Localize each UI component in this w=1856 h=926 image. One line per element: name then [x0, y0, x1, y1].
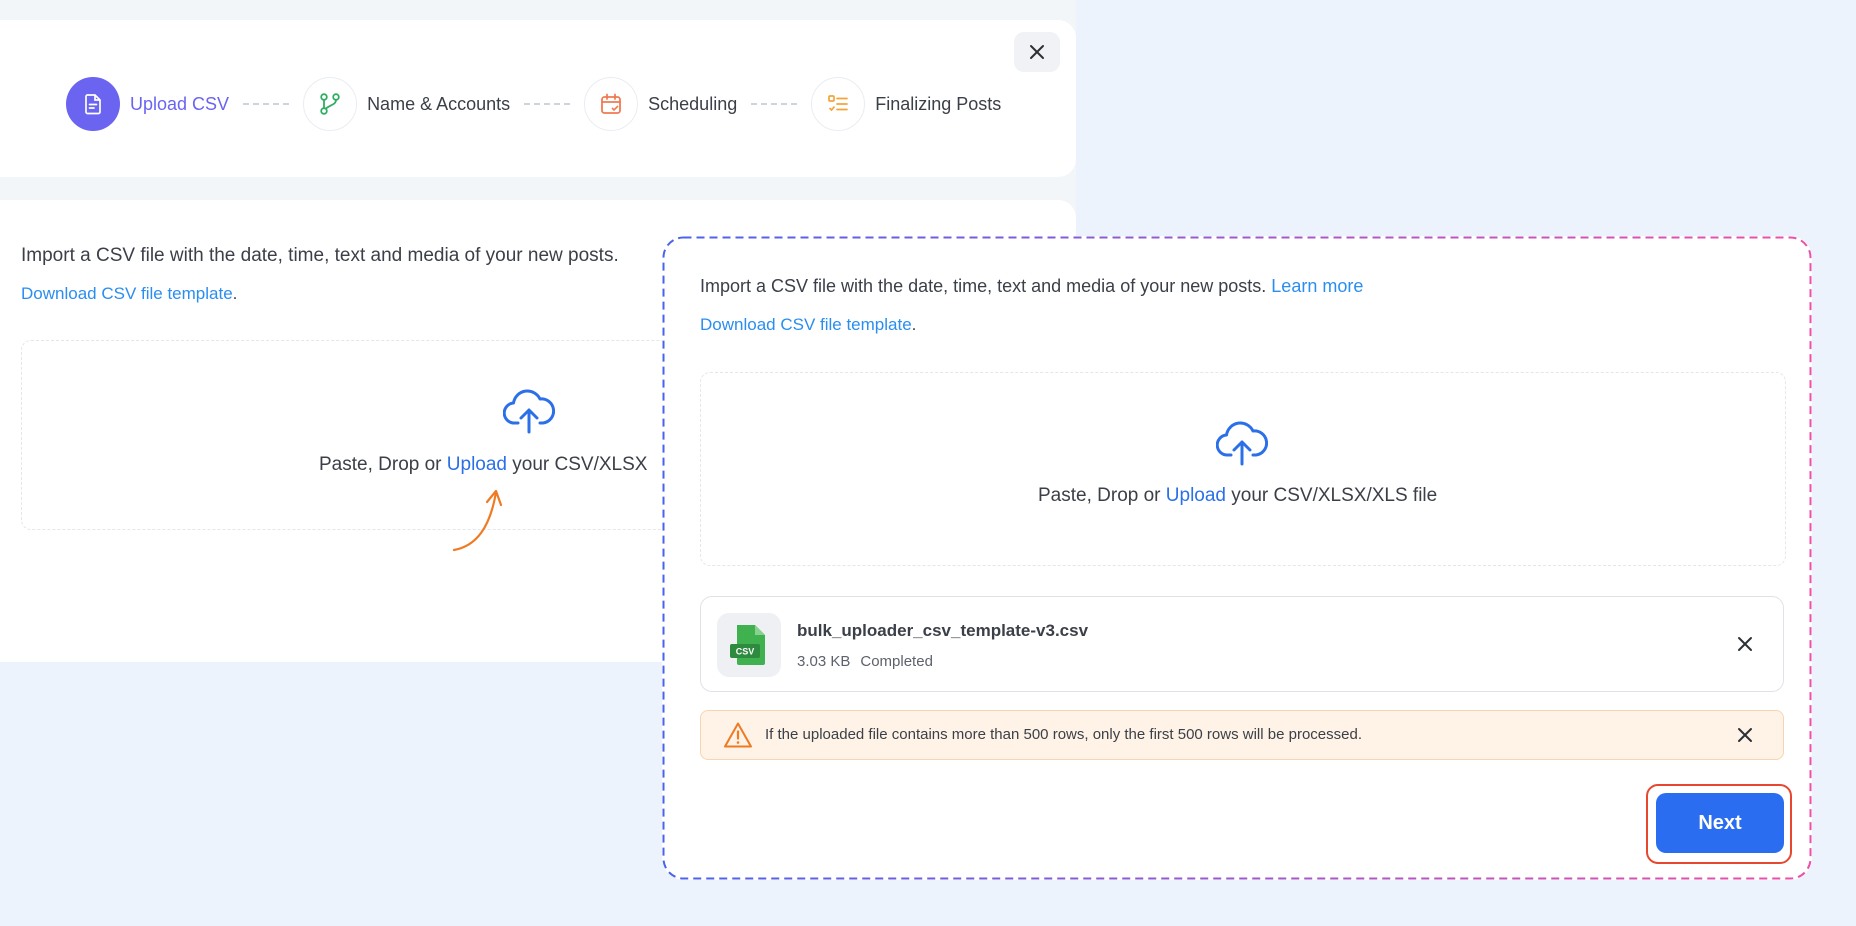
document-icon — [85, 94, 101, 115]
step-circle — [303, 77, 358, 131]
cloud-upload-icon — [503, 389, 555, 434]
branch-icon — [320, 93, 340, 115]
step-upload-csv[interactable]: Upload CSV — [66, 77, 229, 131]
period: . — [232, 284, 238, 303]
download-template-link[interactable]: Download CSV file template — [21, 284, 233, 303]
close-icon — [1030, 45, 1044, 59]
template-link-row: Download CSV file template. — [21, 284, 237, 304]
highlight-dashed-border — [662, 236, 1812, 880]
step-label: Name & Accounts — [367, 93, 511, 114]
step-connector — [243, 103, 290, 105]
step-scheduling[interactable]: Scheduling — [584, 77, 737, 131]
dropzone-suffix: your CSV/XLSX — [512, 454, 648, 475]
calendar-icon — [601, 93, 622, 114]
close-button[interactable] — [1014, 32, 1060, 72]
import-intro-text: Import a CSV file with the date, time, t… — [21, 245, 619, 266]
upload-link[interactable]: Upload — [447, 454, 507, 475]
step-label: Scheduling — [648, 93, 738, 114]
arrow-annotation-icon — [452, 489, 503, 552]
step-circle — [584, 77, 639, 131]
stepper: Upload CSV Name & Accounts Scheduling Fi… — [66, 76, 1001, 132]
step-connector — [751, 103, 798, 105]
step-name-accounts[interactable]: Name & Accounts — [303, 77, 510, 131]
step-circle — [811, 77, 866, 131]
step-circle — [66, 77, 120, 131]
dropzone-background[interactable] — [21, 340, 683, 530]
dropzone-text-background: Paste, Drop or Upload your CSV/XLSX — [319, 454, 647, 476]
step-label: Upload CSV — [130, 93, 230, 114]
step-finalizing-posts[interactable]: Finalizing Posts — [811, 77, 1001, 131]
step-connector — [524, 103, 571, 105]
checklist-icon — [828, 95, 849, 112]
step-label: Finalizing Posts — [875, 93, 1002, 114]
dropzone-prefix: Paste, Drop or — [319, 454, 442, 475]
